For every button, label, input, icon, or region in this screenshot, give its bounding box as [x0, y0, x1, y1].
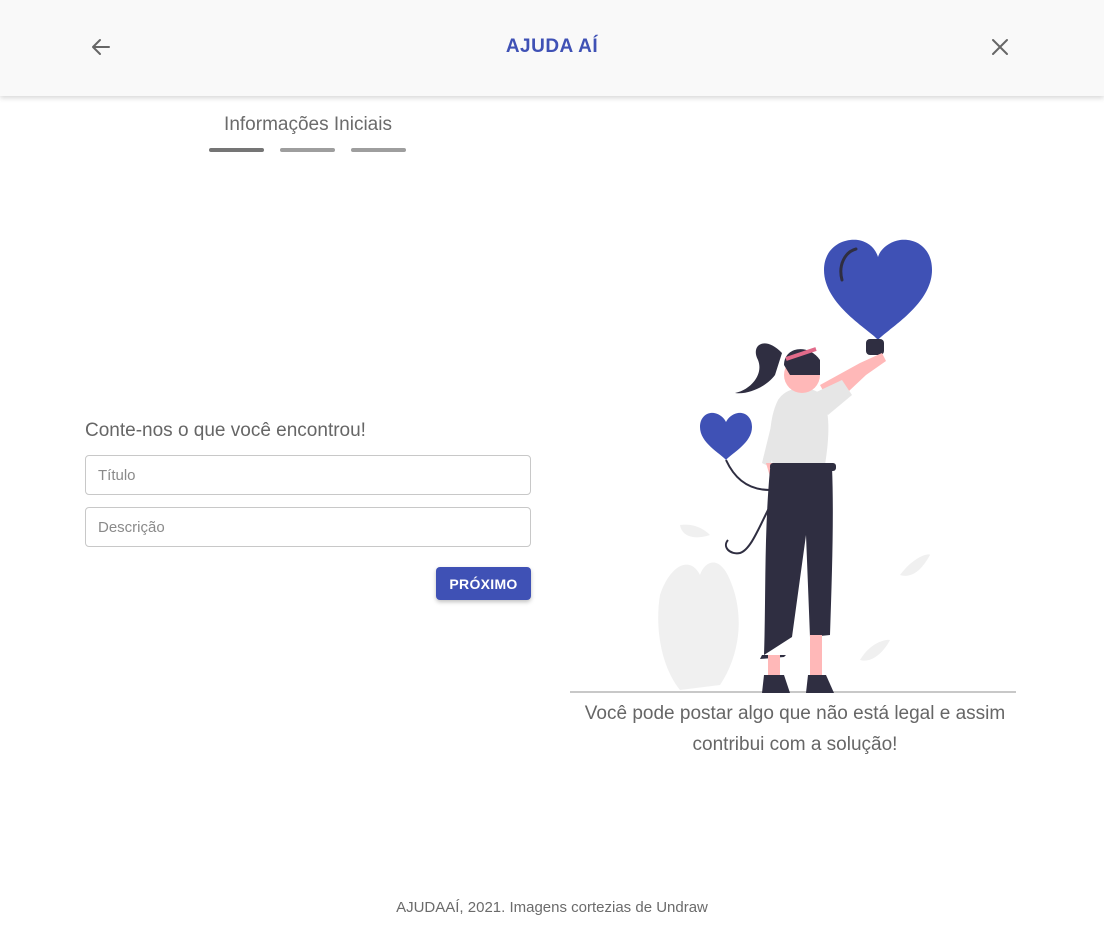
description-field[interactable]: [85, 507, 531, 547]
app-header: AJUDA AÍ: [0, 0, 1104, 96]
next-button[interactable]: PRÓXIMO: [436, 567, 531, 600]
stepper-progress: [209, 148, 406, 152]
title-field[interactable]: [85, 455, 531, 495]
step-indicator-3: [351, 148, 406, 152]
title-input[interactable]: [86, 456, 530, 494]
close-button[interactable]: [987, 34, 1013, 60]
stepper-title: Informações Iniciais: [224, 114, 392, 135]
step-indicator-2: [280, 148, 335, 152]
form-heading: Conte-nos o que você encontrou!: [85, 420, 366, 441]
step-indicator-1: [209, 148, 264, 152]
app-title: AJUDA AÍ: [505, 36, 599, 57]
close-icon: [992, 39, 1008, 55]
big-heart-balloon: [824, 239, 932, 355]
illustration-caption: Você pode postar algo que não está legal…: [584, 703, 1006, 755]
small-heart-balloon: [700, 412, 779, 555]
footer-credits: AJUDAAÍ, 2021. Imagens cortezias de Undr…: [396, 899, 708, 916]
description-input[interactable]: [86, 508, 530, 546]
woman-figure: [735, 343, 886, 693]
woman-with-heart-balloons-illustration: [570, 239, 1016, 693]
